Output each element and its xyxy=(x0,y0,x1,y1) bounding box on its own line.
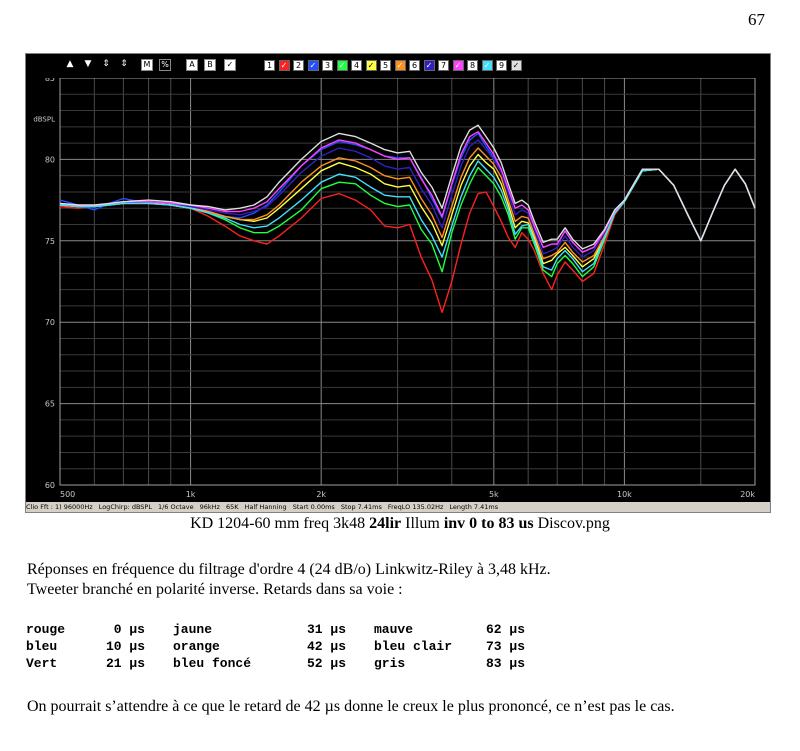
y-tick-label: 70 xyxy=(45,318,55,327)
status-field: Length 7.41ms xyxy=(449,503,499,511)
marker-tool-button[interactable]: M xyxy=(141,59,153,71)
cursor-a-button[interactable]: A xyxy=(186,59,198,71)
table-row: Vert 21 µs bleu foncé 52 µs gris 83 µs xyxy=(26,655,530,672)
status-field: 1/6 Octave xyxy=(157,503,194,511)
overlay-chip[interactable]: 3 xyxy=(322,60,333,71)
table-cell: 10 µs xyxy=(105,639,145,654)
table-cell: orange xyxy=(173,639,220,654)
caption-bold-delay: inv 0 to 83 us xyxy=(443,515,534,532)
overlay-chip[interactable]: ✓ xyxy=(307,60,319,71)
overlay-chip[interactable]: ✓ xyxy=(423,60,435,71)
series-line xyxy=(59,166,756,278)
overlay-chip[interactable]: 6 xyxy=(409,60,420,71)
plot-frame xyxy=(59,78,756,486)
caption-text: KD 1204-60 mm freq 3k48 xyxy=(190,515,370,532)
overlay-chip[interactable]: 5 xyxy=(380,60,391,71)
table-row: rouge 0 µs jaune 31 µs mauve 62 µs xyxy=(26,621,530,638)
x-tick-label: 5k xyxy=(489,490,499,499)
description-line-2: Tweeter branché en polarité inverse. Ret… xyxy=(27,581,403,598)
caption-bold-filter: 24lir xyxy=(369,515,402,532)
overlay-chip[interactable]: 7 xyxy=(438,60,449,71)
table-cell: Vert xyxy=(26,656,58,671)
overlay-chip[interactable]: ✓ xyxy=(452,60,464,71)
series-line xyxy=(59,153,756,268)
overlay-chip[interactable]: 9 xyxy=(496,60,507,71)
table-cell: 31 µs xyxy=(306,622,346,637)
table-row: bleu 10 µs orange 42 µs bleu clair 73 µs xyxy=(26,638,530,655)
page-number: 67 xyxy=(748,10,765,29)
zoom-tool-button[interactable]: % xyxy=(159,59,171,71)
status-field: Start 0.00ms xyxy=(292,503,335,511)
description-line-1: Réponses en fréquence du filtrage d'ordr… xyxy=(27,561,551,578)
table-cell: 83 µs xyxy=(485,656,525,671)
overlay-chip[interactable]: 1 xyxy=(264,60,275,71)
overlay-chip[interactable]: ✓ xyxy=(394,60,406,71)
table-cell: 42 µs xyxy=(306,639,346,654)
overlay-chip[interactable]: ✓ xyxy=(510,60,522,71)
overlay-check-button[interactable]: ✓ xyxy=(224,59,236,71)
compress-vertical-icon[interactable]: ⇕ xyxy=(118,59,130,71)
table-cell: bleu foncé xyxy=(173,656,252,671)
status-field: 96kHz xyxy=(199,503,220,511)
scroll-up-icon[interactable]: ▲ xyxy=(64,59,76,71)
table-cell: jaune xyxy=(173,622,213,637)
status-field: Stop 7.41ms xyxy=(340,503,382,511)
y-unit-label: dBSPL xyxy=(33,116,55,124)
overlay-chip[interactable]: 8 xyxy=(467,60,478,71)
scroll-down-icon[interactable]: ▼ xyxy=(82,59,94,71)
caption-text-3: Discov.png xyxy=(533,515,610,532)
x-tick-label: 2k xyxy=(316,490,326,499)
y-tick-label: 60 xyxy=(45,481,55,490)
toolbar: ▲ ▼ ⇕ ⇕ M % A B ✓ 1 ✓ 2 ✓ 3 ✓ 4 ✓ 5 ✓ 6 ✓ 7 ✓ 8 ✓ 9 ✓ xyxy=(26,54,770,78)
status-field: FreqLO 135.02Hz xyxy=(387,503,444,511)
overlay-chip[interactable]: 4 xyxy=(351,60,362,71)
overlay-chip[interactable]: ✓ xyxy=(278,60,290,71)
table-cell: bleu xyxy=(26,639,58,654)
status-field: LogChirp: dBSPL xyxy=(98,503,152,511)
overlay-chip[interactable]: 2 xyxy=(293,60,304,71)
x-tick-label: 20k xyxy=(740,490,755,499)
status-field: Clio Fft : 1) 96000Hz xyxy=(26,503,93,511)
expand-vertical-icon[interactable]: ⇕ xyxy=(100,59,112,71)
table-cell: gris xyxy=(374,656,406,671)
x-tick-label: 1k xyxy=(186,490,196,499)
x-tick-label: 500 xyxy=(60,490,75,499)
y-tick-label: 80 xyxy=(45,155,55,164)
table-cell: 21 µs xyxy=(105,656,145,671)
table-cell: 52 µs xyxy=(306,656,346,671)
cursor-b-button[interactable]: B xyxy=(204,59,216,71)
overlay-chip[interactable]: ✓ xyxy=(481,60,493,71)
y-tick-label: 85 xyxy=(45,78,55,83)
status-bar: Clio Fft : 1) 96000Hz LogChirp: dBSPL 1/6 … xyxy=(26,502,770,512)
table-cell: 0 µs xyxy=(113,622,145,637)
table-cell: 62 µs xyxy=(485,622,525,637)
y-tick-label: 75 xyxy=(45,237,55,246)
delay-table: rouge 0 µs jaune 31 µs mauve 62 µs bleu … xyxy=(26,621,530,672)
conclusion-paragraph: On pourrait s’attendre à ce que le retar… xyxy=(27,698,675,715)
frequency-response-chart: 60 65 70 75 80 85 dBSPL 500 1k 2k 5k 10k 20k xyxy=(33,78,756,499)
table-cell: bleu clair xyxy=(374,639,453,654)
caption-text-2: Illum xyxy=(401,515,444,532)
table-cell: mauve xyxy=(374,622,414,637)
y-tick-label: 65 xyxy=(45,400,55,409)
overlay-chip[interactable]: ✓ xyxy=(365,60,377,71)
series-line xyxy=(59,124,756,250)
plot-area: 60 65 70 75 80 85 dBSPL 500 1k 2k 5k 10k 20k xyxy=(26,78,770,502)
status-field: Half Hanning xyxy=(244,503,287,511)
x-tick-label: 10k xyxy=(617,490,632,499)
overlay-chip[interactable]: ✓ xyxy=(336,60,348,71)
clio-analyzer-window: ▲ ▼ ⇕ ⇕ M % A B ✓ 1 ✓ 2 ✓ 3 ✓ 4 ✓ 5 ✓ 6 ✓ 7 ✓ 8 ✓ 9 ✓ 60 6… xyxy=(25,53,771,513)
figure-caption: KD 1204-60 mm freq 3k48 24lir Illum inv … xyxy=(0,515,800,533)
table-cell: rouge xyxy=(26,622,66,637)
table-cell: 73 µs xyxy=(485,639,525,654)
status-field: 65K xyxy=(225,503,239,511)
